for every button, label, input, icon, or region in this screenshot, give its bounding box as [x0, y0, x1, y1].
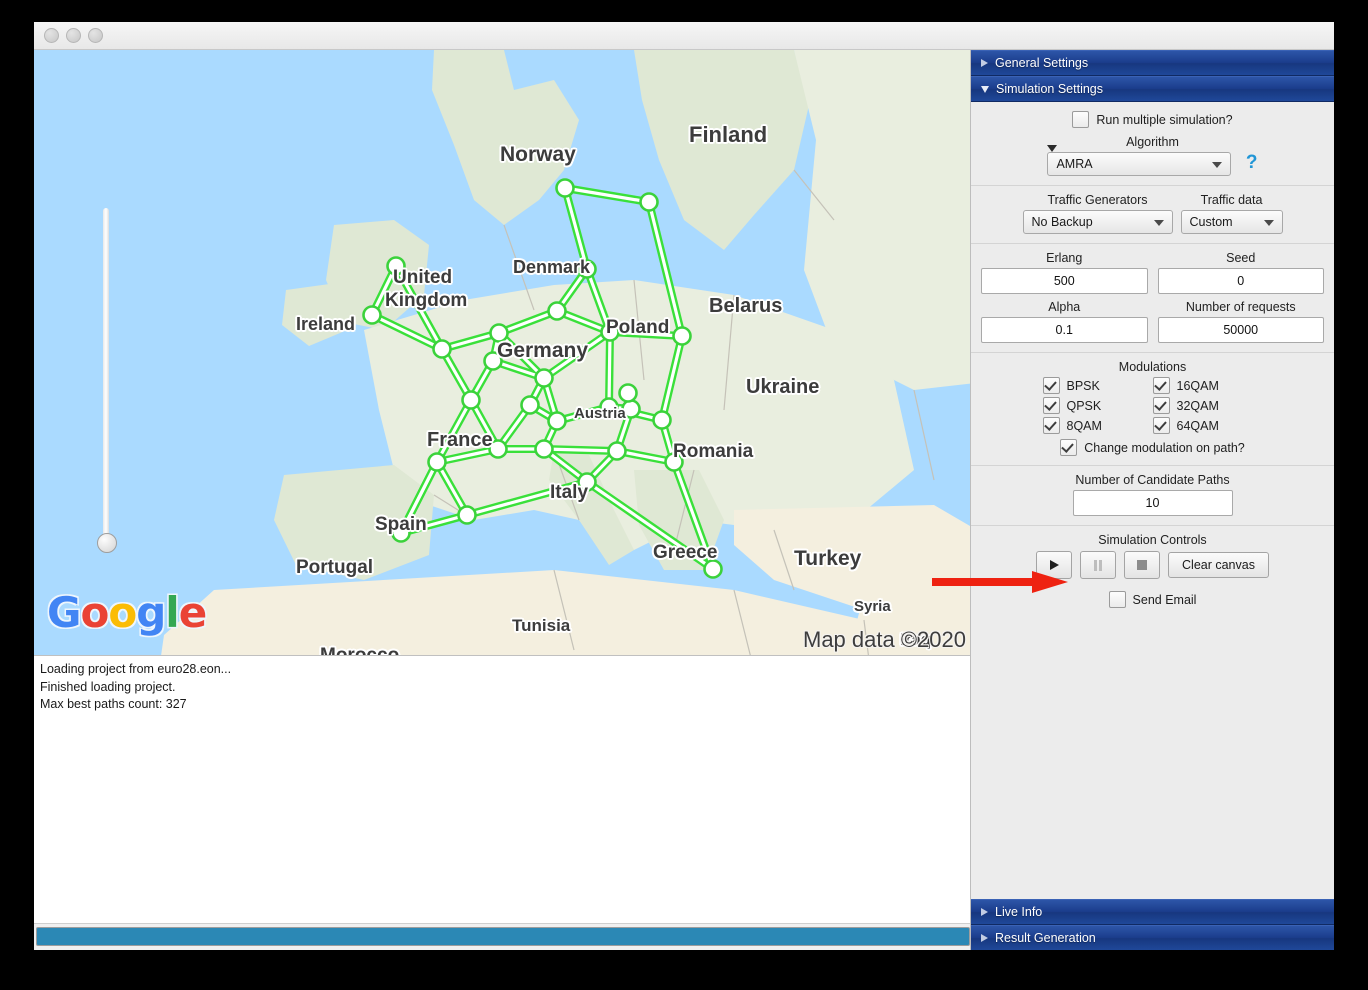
modulation-item[interactable]: 64QAM: [1152, 417, 1263, 434]
send-email-label: Send Email: [1132, 592, 1197, 607]
modulation-label: BPSK: [1066, 378, 1100, 393]
modulation-checkbox-bpsk[interactable]: [1042, 377, 1060, 394]
modulation-item[interactable]: 16QAM: [1152, 377, 1263, 394]
erlang-label: Erlang: [1046, 251, 1083, 265]
modulation-checkbox-64qam[interactable]: [1152, 417, 1170, 434]
seed-input[interactable]: [1157, 268, 1324, 294]
chevron-right-icon: [981, 934, 988, 942]
traffic-data-select-wrap[interactable]: Custom: [1180, 210, 1283, 234]
stop-button[interactable]: [1124, 551, 1161, 579]
chevron-right-icon: [981, 59, 988, 67]
modulation-label: 32QAM: [1176, 398, 1219, 413]
traffic-generators-select[interactable]: No Backup: [1022, 210, 1173, 234]
traffic-data-select[interactable]: Custom: [1180, 210, 1283, 234]
section-header-live-info[interactable]: Live Info: [971, 899, 1334, 925]
modulation-checkbox-8qam[interactable]: [1042, 417, 1060, 434]
modulations-group: Modulations BPSK 16QAM QPSK 32QAM 8QAM 64QAM …: [971, 353, 1334, 466]
window-minimize-button[interactable]: [66, 28, 81, 43]
change-modulation-checkbox[interactable]: [1060, 439, 1078, 456]
section-header-general-settings[interactable]: General Settings: [971, 50, 1334, 76]
play-icon: [1049, 560, 1059, 570]
window-maximize-button[interactable]: [88, 28, 103, 43]
modulation-item[interactable]: QPSK: [1042, 397, 1153, 414]
modulations-grid: BPSK 16QAM QPSK 32QAM 8QAM 64QAM: [981, 377, 1324, 434]
zoom-slider-thumb[interactable]: [97, 533, 117, 553]
stop-icon: [1137, 560, 1148, 570]
simulation-controls-label: Simulation Controls: [1098, 533, 1207, 547]
focus-indicator-icon: [1047, 145, 1058, 152]
run-multiple-row[interactable]: Run multiple simulation?: [981, 111, 1324, 128]
alpha-input[interactable]: [981, 317, 1148, 343]
simulation-settings-body: Run multiple simulation? Algorithm AMRA …: [971, 102, 1334, 899]
zoom-slider[interactable]: [97, 208, 117, 553]
num-requests-label: Number of requests: [1185, 300, 1296, 314]
modulation-checkbox-qpsk[interactable]: [1042, 397, 1060, 414]
algorithm-select-wrap[interactable]: AMRA: [1047, 145, 1232, 176]
map-graphics: [161, 50, 970, 655]
settings-panel: General Settings Simulation Settings Run…: [970, 50, 1334, 950]
change-modulation-label: Change modulation on path?: [1084, 440, 1245, 455]
traffic-generators-select-wrap[interactable]: No Backup: [1022, 210, 1173, 234]
section-label: Live Info: [995, 905, 1043, 919]
window-close-button[interactable]: [44, 28, 59, 43]
run-multiple-label: Run multiple simulation?: [1096, 112, 1233, 127]
traffic-data-label: Traffic data: [1200, 193, 1263, 207]
map-canvas[interactable]: Norway Finland Denmark United Kingdom Ireland…: [34, 50, 970, 655]
candidate-paths-group: Number of Candidate Paths: [971, 466, 1334, 526]
console-line: Loading project from euro28.eon...: [40, 662, 232, 676]
pause-icon: [1093, 559, 1103, 571]
play-button[interactable]: [1036, 551, 1073, 579]
algorithm-label: Algorithm: [1126, 135, 1179, 149]
title-bar: [34, 22, 1334, 50]
modulation-item[interactable]: BPSK: [1042, 377, 1153, 394]
send-email-checkbox[interactable]: [1108, 591, 1126, 608]
chevron-down-icon: [981, 85, 989, 93]
help-icon[interactable]: ?: [1246, 152, 1258, 173]
candidate-paths-input[interactable]: [1072, 490, 1233, 516]
erlang-input[interactable]: [981, 268, 1148, 294]
algorithm-group: Run multiple simulation? Algorithm AMRA …: [971, 102, 1334, 186]
clear-canvas-button[interactable]: Clear canvas: [1168, 552, 1269, 578]
section-header-simulation-settings[interactable]: Simulation Settings: [971, 76, 1334, 102]
change-modulation-row[interactable]: Change modulation on path?: [981, 439, 1324, 456]
pause-button[interactable]: [1080, 551, 1117, 579]
modulation-label: QPSK: [1066, 398, 1102, 413]
section-header-result-generation[interactable]: Result Generation: [971, 925, 1334, 950]
left-pane: Norway Finland Denmark United Kingdom Ireland…: [34, 50, 970, 950]
zoom-slider-track[interactable]: [103, 208, 109, 548]
google-logo: Google: [47, 588, 207, 637]
traffic-generators-label: Traffic Generators: [1047, 193, 1148, 207]
alpha-label: Alpha: [1048, 300, 1081, 314]
modulation-label: 8QAM: [1066, 418, 1102, 433]
modulations-label: Modulations: [1118, 360, 1187, 374]
candidate-paths-label: Number of Candidate Paths: [1075, 473, 1230, 487]
console-line: Max best paths count: 327: [40, 697, 187, 711]
chevron-right-icon: [981, 908, 988, 916]
numeric-fields-group: Erlang Seed Alpha: [971, 244, 1334, 353]
section-label: Result Generation: [995, 931, 1096, 945]
modulation-label: 16QAM: [1176, 378, 1219, 393]
traffic-group: Traffic Generators No Backup Traffic dat…: [971, 186, 1334, 244]
progress-bar-area: [34, 923, 970, 950]
console-log: Loading project from euro28.eon... Finis…: [34, 655, 970, 923]
map-attribution: Map data ©2020: [803, 627, 966, 652]
console-line: Finished loading project.: [40, 679, 176, 694]
send-email-row[interactable]: Send Email: [981, 591, 1324, 608]
modulation-item[interactable]: 8QAM: [1042, 417, 1153, 434]
simulation-progress-bar: [36, 927, 970, 946]
modulation-item[interactable]: 32QAM: [1152, 397, 1263, 414]
modulation-label: 64QAM: [1176, 418, 1219, 433]
section-label: General Settings: [995, 56, 1089, 70]
simulation-controls-group: Simulation Controls Clear canvas Send Em…: [971, 526, 1334, 617]
run-multiple-checkbox[interactable]: [1072, 111, 1090, 128]
window-body: Norway Finland Denmark United Kingdom Ireland…: [34, 50, 1334, 950]
modulation-checkbox-16qam[interactable]: [1152, 377, 1170, 394]
application-window: Norway Finland Denmark United Kingdom Ireland…: [34, 22, 1334, 950]
num-requests-input[interactable]: [1157, 317, 1324, 343]
modulation-checkbox-32qam[interactable]: [1152, 397, 1170, 414]
seed-label: Seed: [1226, 251, 1256, 265]
algorithm-select[interactable]: AMRA: [1047, 152, 1232, 176]
section-label: Simulation Settings: [996, 82, 1104, 96]
